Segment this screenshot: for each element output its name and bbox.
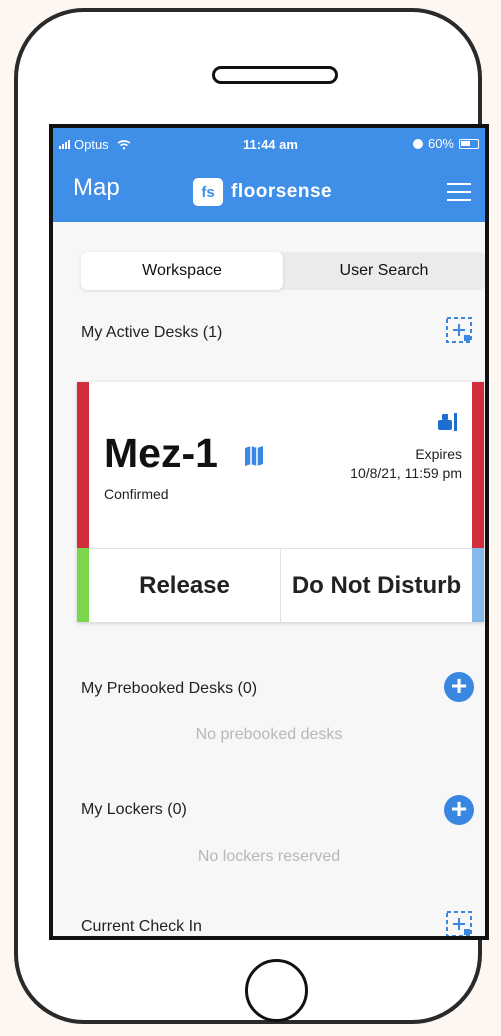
status-bar-right	[472, 382, 484, 548]
battery-indicator: 60%	[412, 136, 479, 151]
prebooked-desks-title: My Prebooked Desks (0)	[81, 680, 258, 697]
phone-speaker	[212, 66, 338, 84]
expires-date: 10/8/21, 11:59 pm	[350, 465, 462, 481]
home-button[interactable]	[245, 959, 308, 1022]
brand-badge: fs	[193, 178, 223, 206]
release-status-strip	[77, 548, 89, 622]
desk-type-icon	[438, 413, 457, 431]
active-desk-card: Mez-1 Confirmed Expires 10/8/21, 11:59 p…	[77, 382, 484, 622]
prebooked-empty-text: No prebooked desks	[195, 726, 343, 743]
current-check-in-title: Current Check In	[81, 918, 202, 935]
status-bar: Optus 11:44 am 60%	[53, 128, 485, 162]
release-button[interactable]: Release	[89, 549, 281, 622]
add-locker-button[interactable]: +	[444, 795, 474, 825]
tab-user-search[interactable]: User Search	[283, 252, 485, 290]
alarm-icon	[412, 138, 423, 149]
battery-percent: 60%	[427, 136, 454, 151]
desk-actions: Release Do Not Disturb	[89, 548, 472, 622]
do-not-disturb-button[interactable]: Do Not Disturb	[281, 549, 472, 622]
brand-name: floorsense	[231, 181, 333, 202]
carrier-label: Optus	[74, 137, 109, 152]
top-navigation: Map fs floorsense	[53, 162, 485, 222]
scan-icon[interactable]	[445, 316, 473, 344]
add-prebook-button[interactable]: +	[444, 672, 474, 702]
status-bar-left	[77, 382, 89, 548]
lockers-title: My Lockers (0)	[81, 801, 187, 818]
expires-label: Expires	[415, 446, 462, 462]
hamburger-menu-icon[interactable]	[447, 183, 471, 201]
carrier-info: Optus	[59, 137, 131, 152]
tab-workspace[interactable]: Workspace	[81, 252, 283, 290]
map-pin-icon[interactable]	[242, 444, 266, 468]
phone-frame: Optus 11:44 am 60% Map fs floorsense Wor…	[14, 8, 489, 1024]
signal-icon	[59, 140, 70, 149]
lockers-empty-text: No lockers reserved	[197, 848, 341, 865]
workspace-tabs: Workspace User Search	[81, 252, 485, 290]
battery-icon	[459, 138, 479, 149]
map-link[interactable]: Map	[73, 174, 120, 202]
dnd-status-strip	[472, 548, 484, 622]
desk-status: Confirmed	[104, 486, 169, 502]
desk-name: Mez-1	[104, 430, 218, 476]
active-desks-title: My Active Desks (1)	[81, 324, 223, 341]
brand-logo: fs floorsense	[193, 178, 332, 206]
check-in-scan-icon[interactable]	[445, 910, 473, 938]
status-time: 11:44 am	[243, 137, 298, 152]
app-screen: Optus 11:44 am 60% Map fs floorsense Wor…	[49, 124, 489, 940]
wifi-icon	[117, 139, 131, 149]
